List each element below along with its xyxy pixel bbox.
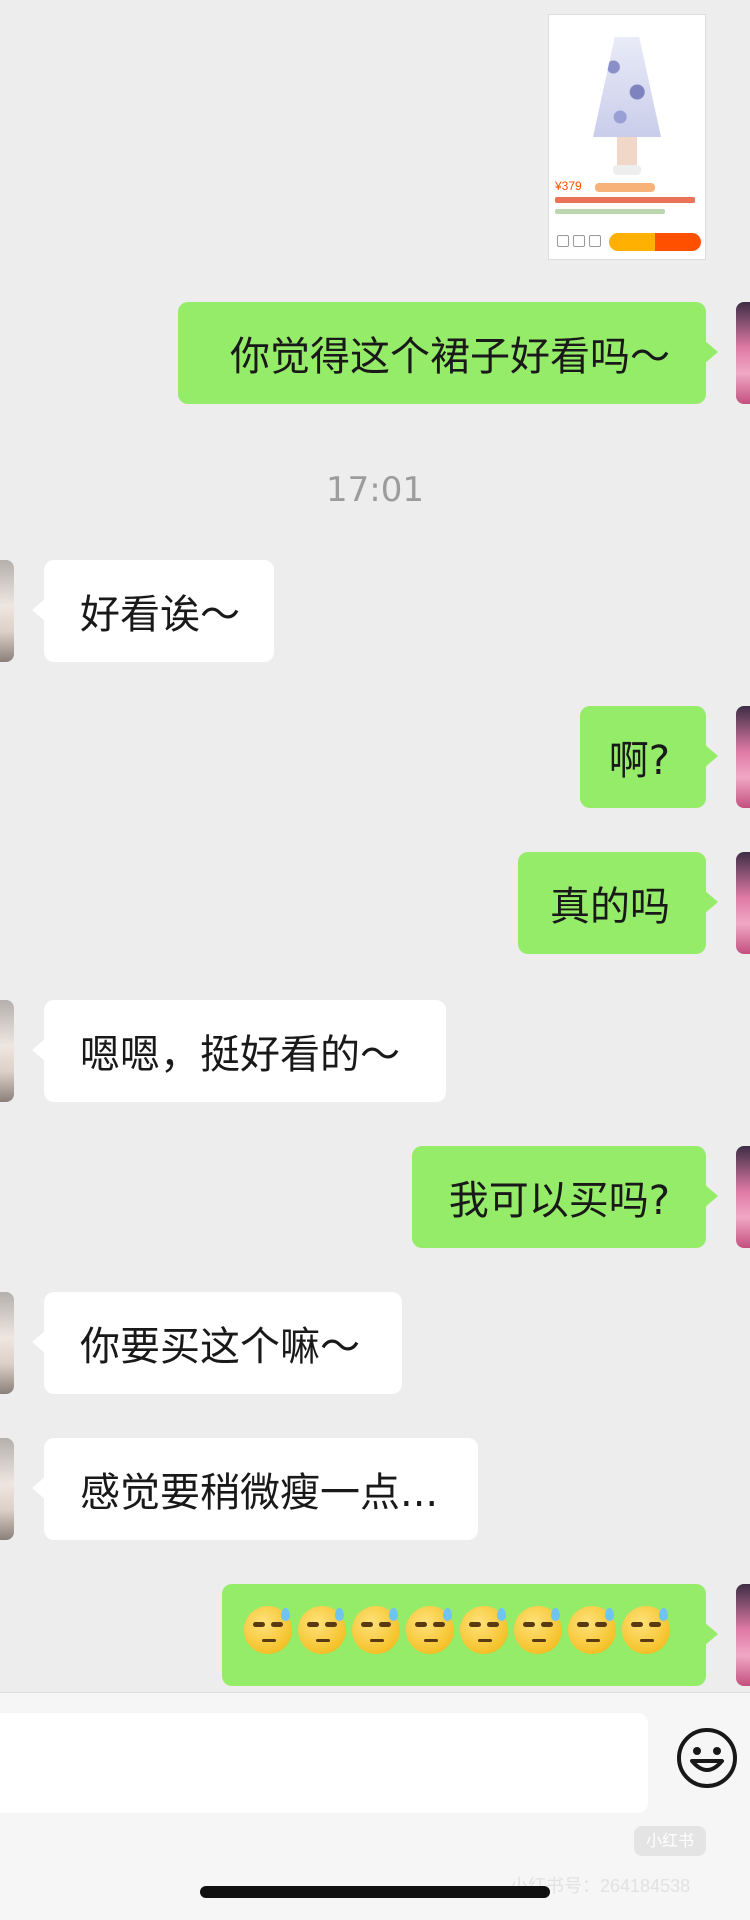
contact-avatar[interactable]: [0, 1292, 14, 1394]
my-avatar[interactable]: [736, 1146, 750, 1248]
message-text: 我可以买吗?: [448, 1178, 670, 1224]
message-bubble-sent-emoji[interactable]: [222, 1584, 718, 1686]
sweat-smile-emoji: [352, 1606, 400, 1654]
sweat-smile-emoji: [298, 1606, 346, 1654]
product-price: ¥379: [555, 179, 582, 193]
message-input[interactable]: [0, 1713, 648, 1813]
message-text: 你觉得这个裙子好看吗～: [230, 334, 670, 380]
dress-photo: [585, 15, 669, 183]
my-avatar[interactable]: [736, 852, 750, 954]
message-bubble-received[interactable]: 感觉要稍微瘦一点...: [32, 1438, 478, 1540]
message-text: 好看诶～: [80, 592, 240, 638]
product-card-message[interactable]: ¥379: [548, 14, 706, 260]
my-avatar[interactable]: [736, 302, 750, 404]
sweat-smile-emoji: [460, 1606, 508, 1654]
home-indicator[interactable]: [200, 1886, 550, 1898]
dress-illustration: [593, 37, 661, 137]
shop-icon: [557, 235, 569, 247]
message-timestamp: 17:01: [326, 470, 424, 510]
sweat-smile-emoji: [622, 1606, 670, 1654]
my-avatar[interactable]: [736, 706, 750, 808]
watermark-logo: 小红书: [634, 1826, 706, 1856]
product-title-line: [555, 197, 695, 203]
sweat-smile-emoji: [244, 1606, 292, 1654]
smiley-face-icon[interactable]: [676, 1727, 738, 1789]
message-text: 感觉要稍微瘦一点...: [80, 1470, 439, 1516]
favorite-icon: [589, 235, 601, 247]
message-bubble-sent[interactable]: 我可以买吗?: [412, 1146, 718, 1248]
my-avatar[interactable]: [736, 1584, 750, 1686]
contact-avatar[interactable]: [0, 1000, 14, 1102]
message-text: 真的吗: [550, 884, 670, 930]
shoes-illustration: [613, 165, 641, 175]
sweat-smile-emoji: [514, 1606, 562, 1654]
chat-screen: ¥379 你觉得这个裙子好看吗～ 17:01 好看诶～ 啊? 真的吗 嗯嗯，挺好…: [0, 0, 750, 1920]
message-bubble-received[interactable]: 你要买这个嘛～: [32, 1292, 402, 1394]
message-bubble-sent[interactable]: 真的吗: [518, 852, 718, 954]
sweat-smile-emoji: [406, 1606, 454, 1654]
emoji-row: [238, 1606, 670, 1664]
promo-tag: [595, 183, 655, 192]
message-bubble-received[interactable]: 嗯嗯，挺好看的～: [32, 1000, 446, 1102]
service-icon: [573, 235, 585, 247]
buy-now-button: [655, 233, 701, 251]
contact-avatar[interactable]: [0, 1438, 14, 1540]
message-bubble-received[interactable]: 好看诶～: [32, 560, 274, 662]
message-bubble-sent[interactable]: 啊?: [580, 706, 718, 808]
message-text: 嗯嗯，挺好看的～: [80, 1032, 400, 1078]
product-subtitle-line: [555, 209, 665, 214]
contact-avatar[interactable]: [0, 560, 14, 662]
sweat-smile-emoji: [568, 1606, 616, 1654]
add-to-cart-button: [609, 233, 655, 251]
legs-illustration: [617, 137, 637, 167]
message-bubble-sent[interactable]: 你觉得这个裙子好看吗～: [178, 302, 718, 404]
message-text: 你要买这个嘛～: [80, 1324, 360, 1370]
message-text: 啊?: [608, 738, 670, 784]
